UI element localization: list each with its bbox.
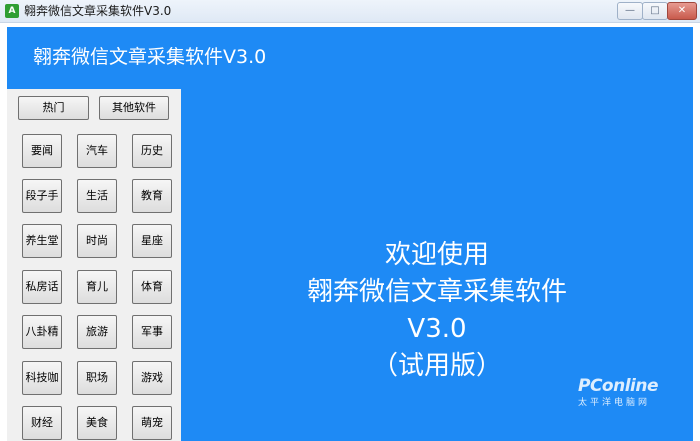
category-button[interactable]: 要闻 (22, 134, 62, 168)
category-button[interactable]: 时尚 (77, 224, 117, 258)
category-panel: 热门 其他软件 要闻 汽车 历史段子手 生活 教育养生堂 时尚 星座私房话 育儿 体育八卦精 旅游… (7, 89, 181, 441)
maximize-button[interactable]: □ (642, 2, 668, 20)
welcome-line: 欢迎使用 (384, 240, 489, 270)
close-button[interactable]: ✕ (667, 2, 697, 20)
category-button[interactable]: 私房话 (22, 270, 62, 304)
welcome-app-name: 翱奔微信文章采集软件 (306, 277, 567, 307)
category-button[interactable]: 星座 (132, 224, 172, 258)
watermark-logo-text: PConline (578, 376, 659, 396)
header-banner: 翱奔微信文章采集软件V3.0 (7, 27, 693, 89)
category-button[interactable]: 段子手 (22, 179, 62, 213)
category-button[interactable]: 职场 (77, 361, 117, 395)
window-title-bar[interactable]: A 翱奔微信文章采集软件V3.0 — □ ✕ (0, 0, 700, 23)
category-button[interactable]: 汽车 (77, 134, 117, 168)
category-button[interactable]: 体育 (132, 270, 172, 304)
category-button[interactable]: 教育 (132, 179, 172, 213)
category-button[interactable]: 养生堂 (22, 224, 62, 258)
category-button[interactable]: 历史 (132, 134, 172, 168)
category-button[interactable]: 科技咖 (22, 361, 62, 395)
welcome-version: V3.0 (407, 314, 467, 344)
other-software-button[interactable]: 其他软件 (99, 96, 169, 120)
app-icon: A (5, 4, 19, 18)
watermark-subtext: 太平洋电脑网 (578, 398, 651, 408)
header-title: 翱奔微信文章采集软件V3.0 (33, 46, 267, 68)
category-button[interactable]: 育儿 (77, 270, 117, 304)
hot-button[interactable]: 热门 (18, 96, 89, 120)
window-title: 翱奔微信文章采集软件V3.0 (24, 4, 172, 18)
category-button[interactable]: 财经 (22, 406, 62, 440)
category-button[interactable]: 萌宠 (132, 406, 172, 440)
category-button[interactable]: 美食 (77, 406, 117, 440)
category-button[interactable]: 生活 (77, 179, 117, 213)
pconline-watermark: PConline 太平洋电脑网 (578, 376, 659, 408)
category-button[interactable]: 游戏 (132, 361, 172, 395)
category-button[interactable]: 八卦精 (22, 315, 62, 349)
welcome-message: 欢迎使用 翱奔微信文章采集软件 V3.0 （试用版） (181, 237, 693, 385)
category-button[interactable]: 军事 (132, 315, 172, 349)
minimize-button[interactable]: — (617, 2, 643, 20)
category-button[interactable]: 旅游 (77, 315, 117, 349)
